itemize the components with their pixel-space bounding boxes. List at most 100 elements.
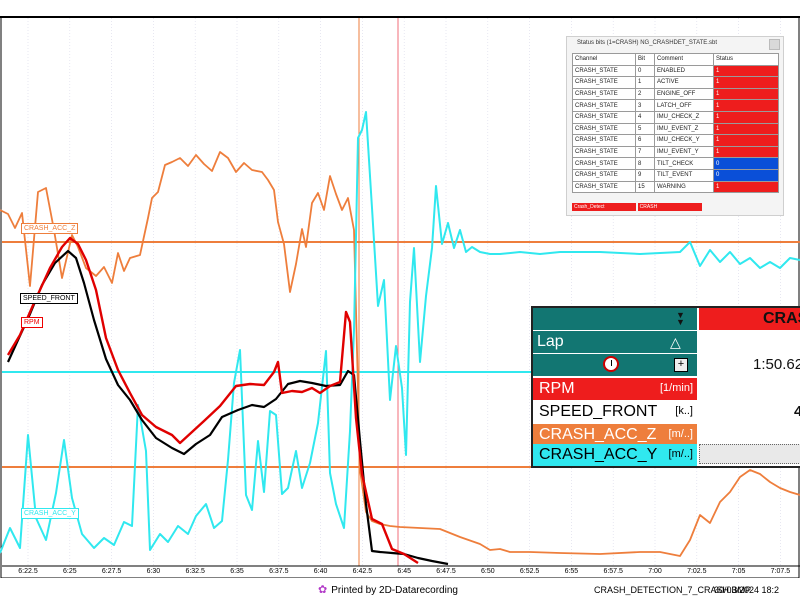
status-footer: Crash_Detect CRASH [572,203,779,211]
status-header-status: Status [713,53,779,66]
status-cell-bit: 7 [635,145,655,159]
channel-unit-speed: [k..] [675,405,693,417]
x-tick-label: 6:40 [314,568,328,575]
status-cell-bit: 9 [635,168,655,182]
printed-by: ✿ Printed by 2D-Datarecording [318,583,458,596]
status-cell-status: 1 [713,180,779,194]
status-cell-bit: 15 [635,180,655,194]
channel-row-speed[interactable]: SPEED_FRONT [k..] 4 [533,401,800,423]
status-cell-comment: TILT_EVENT [654,168,714,182]
status-window-close-button[interactable] [769,39,780,50]
status-cell-status: 1 [713,64,779,78]
status-cell-bit: 1 [635,76,655,89]
status-row: CRASH_STATE 15 WARNING 1 [572,180,779,194]
x-tick-label: 6:35 [230,568,244,575]
status-bits-table: Channel Bit Comment Status CRASH_STATE 0 E… [572,53,779,194]
status-cell-status: 0 [713,168,779,182]
status-cell-bit: 5 [635,122,655,136]
series-label-rpm: RPM [21,317,43,328]
status-cell-comment: ACTIVE [654,76,714,89]
channel-name-speed: SPEED_FRONT [k..] [533,401,697,423]
status-header-row: Channel Bit Comment Status [572,53,779,66]
channel-name-rpm-text: RPM [539,380,575,397]
delta-triangle-icon[interactable]: △ [670,332,681,353]
footer-date: 30/03/2024 18:2 [714,585,780,595]
status-cell-status: 1 [713,122,779,136]
status-row: CRASH_STATE 1 ACTIVE 1 [572,76,779,89]
channel-name-acc-y-text: CRASH_ACC_Y [539,446,658,463]
panel-title: CRAS [699,308,800,330]
x-tick-label: 7:07.5 [771,568,791,575]
measurement-panel[interactable]: ▼▼ CRAS Lap △ + 1:50.62 RPM [1/min] SPEE… [531,306,800,468]
lap-label[interactable]: Lap △ [533,331,697,353]
x-tick-label: 6:50 [481,568,495,575]
status-row: CRASH_STATE 9 TILT_EVENT 0 [572,168,779,182]
status-cell-bit: 2 [635,87,655,101]
x-tick-label: 6:57.5 [603,568,623,575]
status-cell-bit: 6 [635,134,655,147]
status-cell-comment: IMU_EVENT_Z [654,122,714,136]
time-cell: + [533,354,697,376]
x-tick-label: 6:55 [565,568,579,575]
status-footer-right: CRASH [637,203,702,211]
status-cell-status: 1 [713,134,779,147]
status-cell-channel: CRASH_STATE [572,87,636,101]
print-footer: ✿ Printed by 2D-Datarecording CRASH_DETEC… [0,578,800,600]
status-cell-status: 1 [713,87,779,101]
status-cell-comment: IMU_CHECK_Y [654,134,714,147]
status-row: CRASH_STATE 4 IMU_CHECK_Z 1 [572,110,779,124]
status-header-comment: Comment [654,53,714,66]
status-row: CRASH_STATE 6 IMU_CHECK_Y 1 [572,134,779,147]
status-cell-channel: CRASH_STATE [572,110,636,124]
x-tick-label: 6:27.5 [102,568,122,575]
status-header-bit: Bit [635,53,655,66]
status-cell-status: 0 [713,157,779,170]
x-tick-label: 6:22.5 [18,568,38,575]
x-tick-label: 6:52.5 [520,568,540,575]
lap-label-text: Lap [537,333,564,350]
status-row: CRASH_STATE 8 TILT_CHECK 0 [572,157,779,170]
series-label-speed-front: SPEED_FRONT [20,293,78,304]
panel-collapse-cell[interactable]: ▼ ▼ [533,308,697,330]
panel-header-row: ▼▼ CRAS [533,308,800,330]
status-cell-comment: ENABLED [654,64,714,78]
plus-icon[interactable]: + [674,358,688,372]
channel-name-acc-z: CRASH_ACC_Z [m/..] [533,424,697,446]
status-cell-channel: CRASH_STATE [572,64,636,78]
x-tick-label: 7:05 [732,568,746,575]
status-bits-window[interactable]: Status bits (1=CRASH) NG_CRASHDET_STATE.… [566,36,784,216]
channel-name-acc-y: CRASH_ACC_Y [m/..] [533,444,697,466]
status-row: CRASH_STATE 0 ENABLED 1 [572,64,779,78]
status-cell-comment: WARNING [654,180,714,194]
status-cell-channel: CRASH_STATE [572,168,636,182]
status-row: CRASH_STATE 2 ENGINE_OFF 1 [572,87,779,101]
status-cell-status: 1 [713,145,779,159]
channel-name-rpm: RPM [1/min] [533,378,697,400]
status-cell-comment: TILT_CHECK [654,157,714,170]
x-tick-label: 6:45 [397,568,411,575]
status-cell-channel: CRASH_STATE [572,157,636,170]
status-cell-status: 1 [713,110,779,124]
series-label-crash-acc-z: CRASH_ACC_Z [21,223,79,234]
status-cell-channel: CRASH_STATE [572,76,636,89]
printed-by-text: Printed by 2D-Datarecording [331,585,458,596]
status-cell-status: 1 [713,76,779,89]
channel-unit-rpm: [1/min] [659,382,693,394]
status-footer-left: Crash_Detect [572,203,636,211]
panel-lap-row: Lap △ [533,331,800,353]
status-window-title: Status bits (1=CRASH) NG_CRASHDET_STATE.… [577,40,717,46]
channel-value-speed: 4 [794,403,800,420]
channel-unit-acc-y: [m/..] [668,448,693,460]
status-cell-bit: 4 [635,110,655,124]
status-cell-comment: ENGINE_OFF [654,87,714,101]
status-cell-channel: CRASH_STATE [572,134,636,147]
channel-row-acc-z[interactable]: CRASH_ACC_Z [m/..] [533,424,800,446]
channel-row-acc-y[interactable]: CRASH_ACC_Y [m/..] [533,444,800,466]
panel-time-row: + 1:50.62 [533,354,800,376]
logo-flower-icon: ✿ [318,584,328,596]
x-tick-label: 6:47.5 [436,568,456,575]
x-tick-label: 6:32.5 [185,568,205,575]
status-cell-channel: CRASH_STATE [572,145,636,159]
channel-row-rpm[interactable]: RPM [1/min] [533,378,800,400]
double-chevron-down-icon[interactable]: ▼ ▼ [676,311,685,327]
